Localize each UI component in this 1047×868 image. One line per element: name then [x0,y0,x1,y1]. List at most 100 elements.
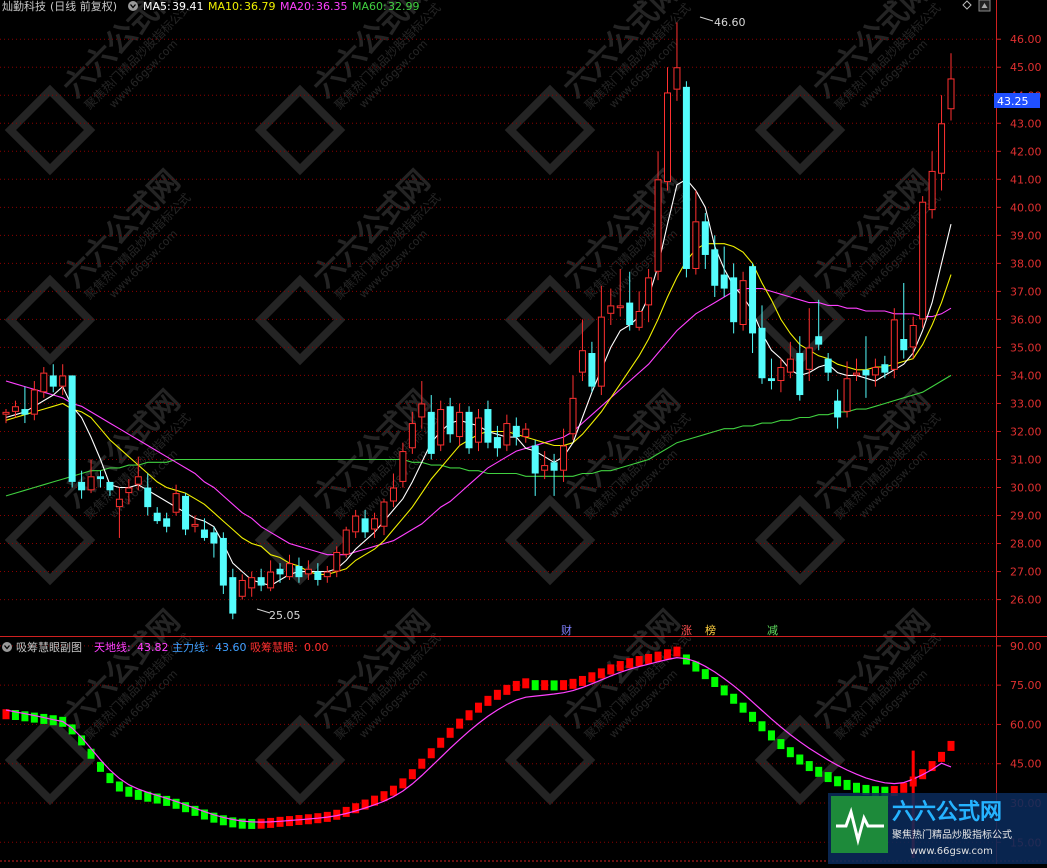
candle [928,151,936,219]
sub-indicator-bar [730,693,738,704]
candle [68,375,76,488]
candle-body [295,565,303,578]
candle [465,406,473,454]
candle-body [730,277,738,323]
sub-indicator-bar [522,678,530,689]
candle-body [560,445,568,471]
candle [824,353,832,382]
sub-indicator-bar [427,748,435,759]
sub-indicator-bar [786,747,794,758]
candle [522,423,530,443]
candle-body [342,529,350,555]
candle [881,355,889,379]
candle [456,403,464,446]
event-marker-cai[interactable]: 财 [561,623,572,637]
sub-indicator-bar [673,646,681,657]
event-marker-bang[interactable]: 榜 [705,623,716,637]
candle-body [919,201,927,320]
candle-body [475,417,482,443]
candle [730,263,738,334]
axis-tick-label: 34.00 [1010,369,1042,382]
candle-body [720,274,728,289]
candle-body [40,372,48,393]
candle [947,53,955,121]
sub-indicator-bar [701,669,709,680]
candle-body [49,375,57,387]
candle-body [654,179,662,272]
axis-tick-label: 42.00 [1010,145,1042,158]
candle-body [777,367,785,382]
sub-indicator-menu-button[interactable] [2,642,12,652]
axis-tick-label: 38.00 [1010,257,1042,270]
axis-tick-label: 39.00 [1010,229,1042,242]
axis-tick-label: 27.00 [1010,566,1042,579]
candle-body [900,339,908,351]
tiandi-line-label: 天地线: [94,640,131,654]
candle-body [68,375,76,482]
axis-tick-label: 29.00 [1010,510,1042,523]
candle [493,425,501,457]
watermark-text: 六六公式网 [806,384,937,515]
candle-body [257,577,265,586]
stock-name: 灿勤科技 [2,0,46,13]
candle [182,493,190,536]
candle-body [796,353,804,396]
candle-body [635,310,643,328]
sub-indicator-bar [40,713,48,724]
sub-indicator-bar [664,649,671,660]
ma10-value: 36.79 [244,0,276,13]
watermark-tile: 六六公式网聚焦热门精品炒股指标公式www.66gsw.com [754,384,944,586]
candle-body [371,518,379,530]
candle-body [323,571,331,578]
watermark-text: 六六公式网 [56,604,187,735]
watermark-tile: 六六公式网聚焦热门精品炒股指标公式www.66gsw.com [754,0,944,176]
sub-indicator-bar [267,817,275,828]
candle-body [824,358,832,373]
axis-tick-label: 35.00 [1010,341,1042,354]
ma60-label: MA60: [352,0,387,13]
candle [597,285,605,396]
candle-body [739,280,747,325]
candle-body [389,487,397,502]
axis-tick-label: 46.00 [1010,33,1042,46]
candle [512,417,520,446]
candle-body [97,476,104,480]
candle-body [947,78,955,110]
diamond-icon[interactable] [962,0,972,10]
sub-indicator-bar [531,680,539,691]
sub-indicator-bar [248,818,256,829]
candle [437,400,445,452]
candle [153,507,161,524]
current-price-tag: 43.25 [994,93,1040,108]
candle [871,358,879,387]
event-marker-jian[interactable]: 减 [767,624,778,637]
sub-indicator-bar [512,680,520,691]
candle-body [749,266,757,334]
candle [569,375,577,440]
sub-indicator-bar [257,818,265,829]
candle [323,565,331,583]
candle [238,574,246,600]
candle-body [758,327,766,379]
candle [749,263,757,354]
event-marker-zhang[interactable]: 涨 [681,624,692,637]
candle [248,571,256,597]
candle [446,397,454,443]
candle-body [286,563,293,578]
sub-indicator-bar [626,658,634,669]
candle [862,336,870,398]
sub-indicator-bar [484,695,492,706]
sub-indicator-bar [767,730,775,741]
sub-indicator-bar [654,651,662,662]
candle-body [229,577,237,614]
indicator-menu-button[interactable] [128,1,138,11]
candle-body [380,501,388,527]
candle-body [210,532,218,544]
ma20-label: MA20: [280,0,315,13]
stock-chart-window: 六六公式网 聚焦热门精品炒股指标公式 www.66gsw.com 六六公式网 聚焦热门精… [0,0,1047,864]
sub-indicator-bar [115,781,123,792]
sub-indicator-bar [560,680,568,691]
candle-body [815,336,823,345]
brand-logo: 六六公式网 聚焦热门精品炒股指标公式 www.66gsw.com [828,793,1047,864]
sub-indicator-bar [739,702,747,713]
